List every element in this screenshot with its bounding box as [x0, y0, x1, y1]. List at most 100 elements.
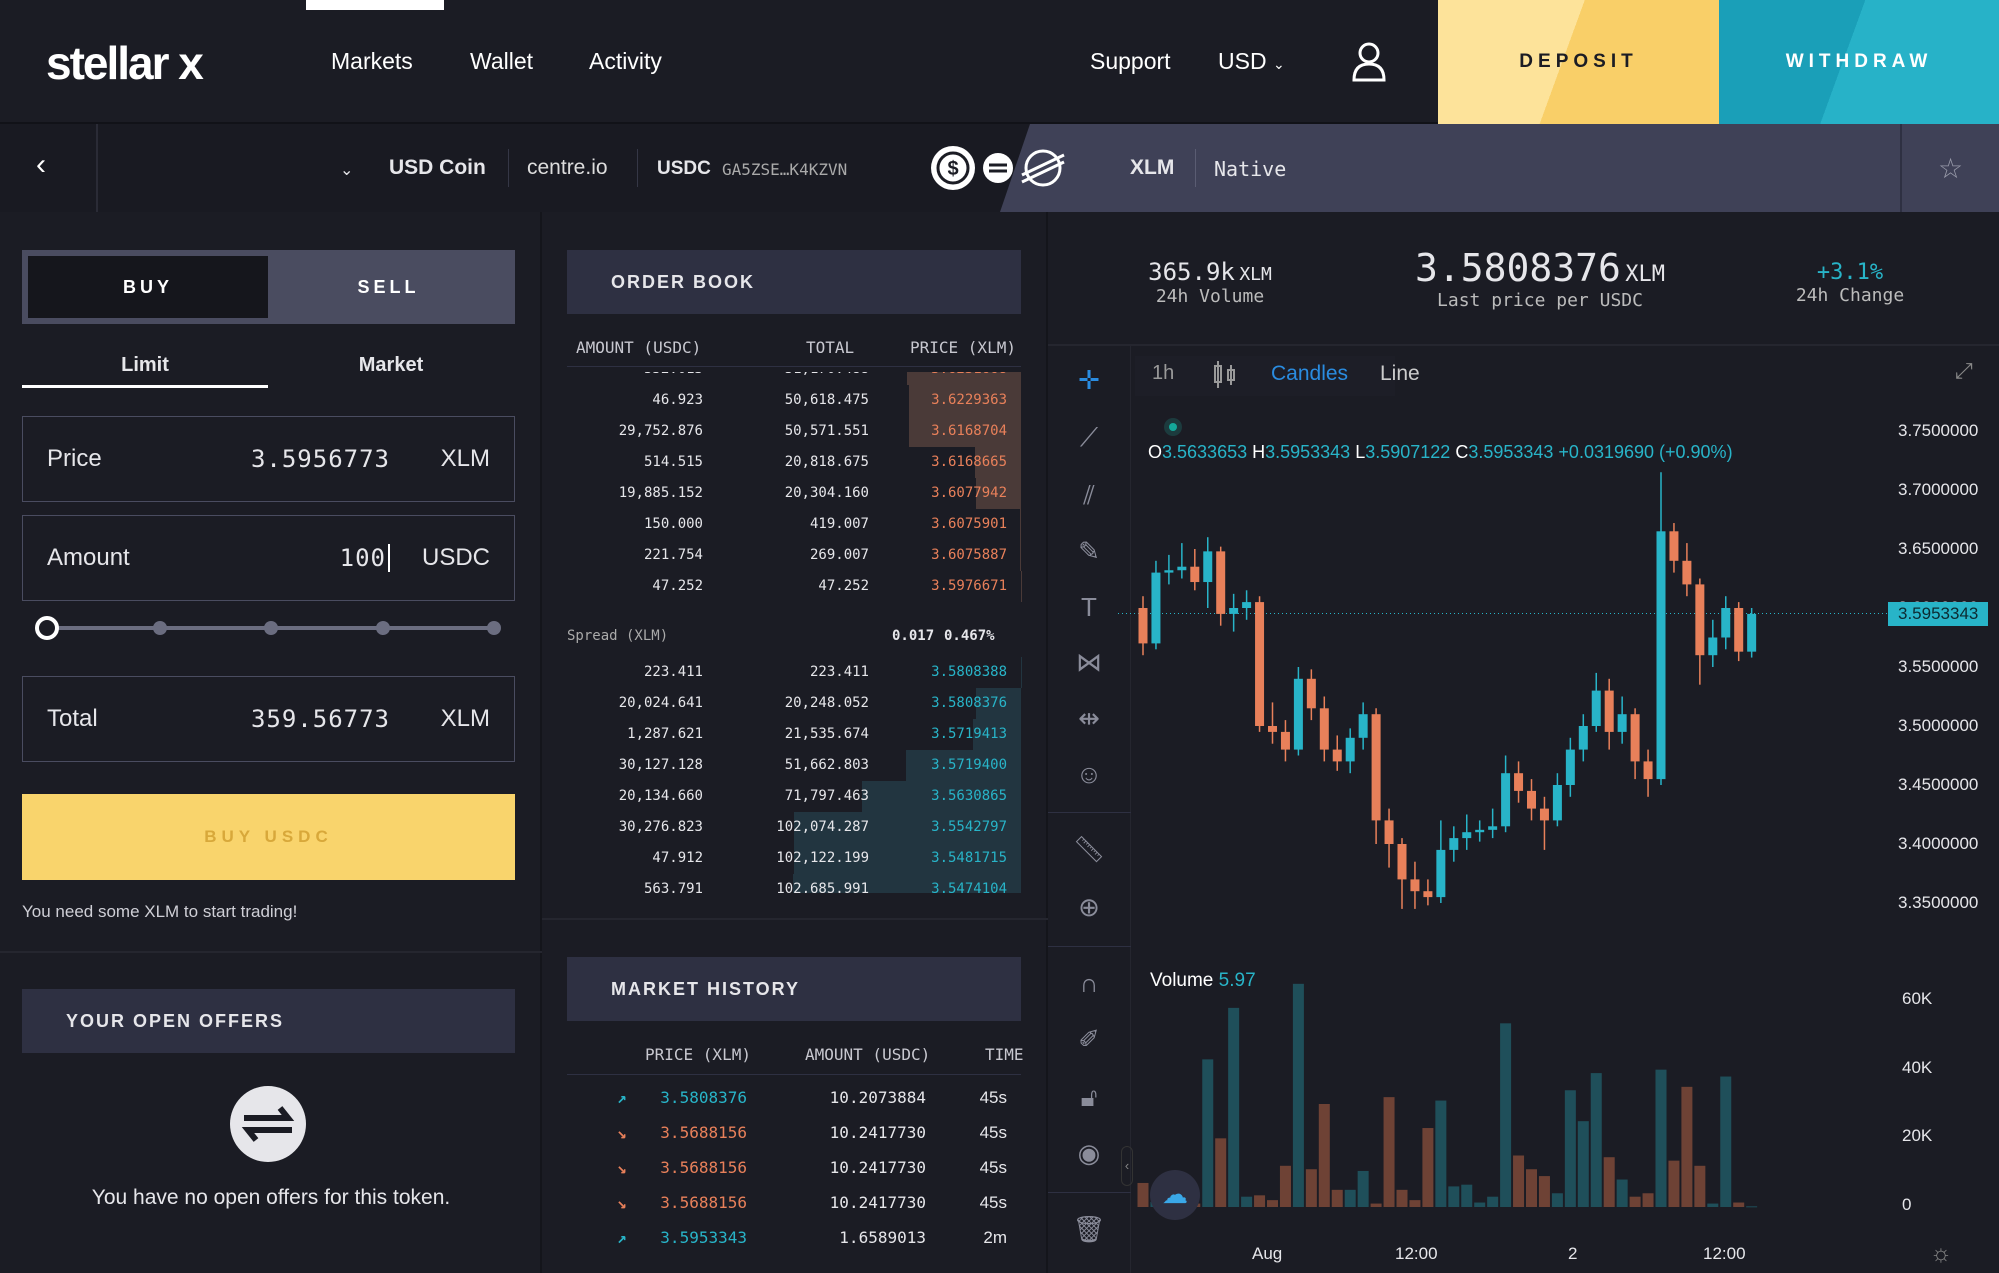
ob-total: 102,685.991	[776, 881, 869, 893]
volume-bar	[1215, 1138, 1227, 1207]
order-book-row-ask[interactable]: 150.000 419.007 3.6075901	[567, 509, 1021, 540]
currency-select[interactable]: USD ⌄	[1218, 48, 1285, 75]
ob-total: 20,304.160	[784, 485, 869, 501]
mh-col-time: TIME	[985, 1045, 1024, 1064]
history-amount: 1.6589013	[839, 1228, 926, 1247]
mh-col-amount: AMOUNT (USDC)	[805, 1045, 931, 1064]
order-book-row-bid[interactable]: 1,287.621 21,535.674 3.5719413	[567, 719, 1021, 750]
asset-dropdown-chevron-icon[interactable]: ⌄	[340, 160, 353, 180]
open-offers-header: YOUR OPEN OFFERS	[22, 989, 515, 1053]
history-time: 2m	[983, 1228, 1007, 1247]
ob-col-amount: AMOUNT (USDC)	[576, 338, 702, 357]
divider	[567, 366, 1021, 367]
ob-amount: 221.754	[643, 547, 703, 563]
ob-price: 3.5719400	[931, 757, 1007, 773]
price-axis-tick: 3.6500000	[1898, 539, 1979, 558]
candle	[1565, 749, 1575, 785]
volume-axis-tick: 20K	[1902, 1126, 1933, 1146]
order-book-row-ask[interactable]: 46.923 50,618.475 3.6229363	[567, 385, 1021, 416]
volume-bar	[1642, 1193, 1654, 1207]
volume-bar	[1629, 1196, 1641, 1207]
volume-axis-tick: 0	[1902, 1195, 1912, 1214]
candle	[1734, 608, 1744, 652]
ob-amount: 46.923	[652, 392, 703, 408]
volume-bar	[1707, 1203, 1719, 1207]
order-book-row-ask[interactable]: 552.013 51,170.488 3.6231668	[567, 372, 1021, 385]
time-axis-tick: 12:00	[1703, 1244, 1746, 1263]
ob-amount: 150.000	[643, 516, 703, 532]
candle	[1656, 531, 1666, 780]
history-row: ↘ 3.5688156 10.2417730 45s	[567, 1156, 1021, 1186]
candle	[1721, 608, 1731, 638]
stat-last-price: 3.5808376 XLM Last price per USDC	[1380, 246, 1700, 311]
ob-price: 3.6229363	[931, 392, 1007, 408]
candle	[1177, 566, 1187, 571]
back-arrow-icon[interactable]: ‹	[36, 148, 46, 182]
order-book-row-bid[interactable]: 223.411 223.411 3.5808388	[567, 657, 1021, 688]
buy-tab[interactable]: BUY	[28, 256, 268, 318]
order-book-row-ask[interactable]: 19,885.152 20,304.160 3.6077942	[567, 478, 1021, 509]
ob-col-price: PRICE (XLM)	[910, 338, 1016, 357]
arrow-down-right-icon: ↘	[617, 1193, 627, 1212]
history-amount: 10.2417730	[829, 1158, 926, 1177]
order-book-row-bid[interactable]: 20,024.641 20,248.052 3.5808376	[567, 688, 1021, 719]
volume-bar	[1461, 1184, 1473, 1207]
volume-bar	[1292, 983, 1304, 1207]
volume-bar	[1344, 1189, 1356, 1207]
volume-bar	[1357, 1170, 1369, 1207]
base-asset-domain[interactable]: centre.io	[527, 156, 608, 180]
user-icon[interactable]	[1352, 42, 1386, 82]
order-book-row-bid[interactable]: 30,127.128 51,662.803 3.5719400	[567, 750, 1021, 781]
nav-activity[interactable]: Activity	[589, 48, 662, 75]
volume-bar	[1422, 1128, 1434, 1207]
currency-value: USD	[1218, 48, 1267, 74]
volume-bar	[1655, 1069, 1667, 1207]
logo[interactable]: stellar x	[46, 36, 204, 90]
order-book-row-ask[interactable]: 47.252 47.252 3.5976671	[567, 571, 1021, 602]
candle	[1293, 678, 1303, 750]
candle	[1475, 829, 1485, 833]
order-book-row-bid[interactable]: 20,134.660 71,797.463 3.5630865	[567, 781, 1021, 812]
ob-price: 3.5630865	[931, 788, 1007, 804]
divider	[96, 124, 98, 212]
order-book-row-bid[interactable]: 563.791 102,685.991 3.5474104	[567, 874, 1021, 893]
ob-total: 102,074.287	[776, 819, 869, 835]
order-book-row-bid[interactable]: 30,276.823 102,074.287 3.5542797	[567, 812, 1021, 843]
history-amount: 10.2417730	[829, 1193, 926, 1212]
chart-settings-icon[interactable]: ☼	[1930, 1240, 1952, 1268]
nav-support[interactable]: Support	[1090, 48, 1171, 75]
order-book-row-ask[interactable]: 514.515 20,818.675 3.6168665	[567, 447, 1021, 478]
nav-wallet[interactable]: Wallet	[470, 48, 533, 75]
history-price: 3.5953343	[660, 1228, 747, 1247]
arrow-up-right-icon: ↗	[617, 1088, 627, 1107]
sell-tab[interactable]: SELL	[268, 256, 509, 318]
ob-price: 3.6077942	[931, 485, 1007, 501]
candle	[1255, 602, 1265, 726]
ob-total: 51,170.488	[785, 372, 869, 377]
candle	[1151, 572, 1161, 644]
buy-sell-toggle: BUY SELL	[22, 250, 515, 324]
volume-bar	[1305, 1169, 1317, 1207]
base-asset-issuer[interactable]: GA5ZSE…K4KZVN	[722, 160, 847, 179]
no-offers-message: You have no open offers for this token.	[91, 1186, 451, 1209]
withdraw-button[interactable]: WITHDRAW	[1719, 0, 1999, 124]
ob-price: 3.6075887	[931, 547, 1007, 563]
active-nav-indicator	[306, 0, 444, 10]
order-book-row-bid[interactable]: 47.912 102,122.199 3.5481715	[567, 843, 1021, 874]
nav-markets[interactable]: Markets	[331, 48, 413, 75]
candle	[1462, 832, 1472, 839]
candle	[1436, 849, 1446, 898]
deposit-button[interactable]: DEPOSIT	[1438, 0, 1719, 124]
order-book-row-ask[interactable]: 29,752.876 50,571.551 3.6168704	[567, 416, 1021, 447]
asset-icons: $	[931, 146, 1065, 190]
candle	[1488, 826, 1498, 830]
volume-bar	[1267, 1200, 1278, 1207]
price-chart[interactable]	[1048, 346, 1999, 1273]
ob-amount: 20,024.641	[618, 695, 703, 711]
time-axis-tick: Aug	[1252, 1244, 1283, 1263]
order-book-row-ask[interactable]: 221.754 269.007 3.6075887	[567, 540, 1021, 571]
favorite-star-icon[interactable]: ☆	[1900, 124, 1999, 212]
chart-logo-icon[interactable]: ☁	[1150, 1170, 1200, 1220]
market-history-header: MARKET HISTORY	[567, 957, 1021, 1021]
ob-price: 3.5474104	[931, 881, 1007, 893]
